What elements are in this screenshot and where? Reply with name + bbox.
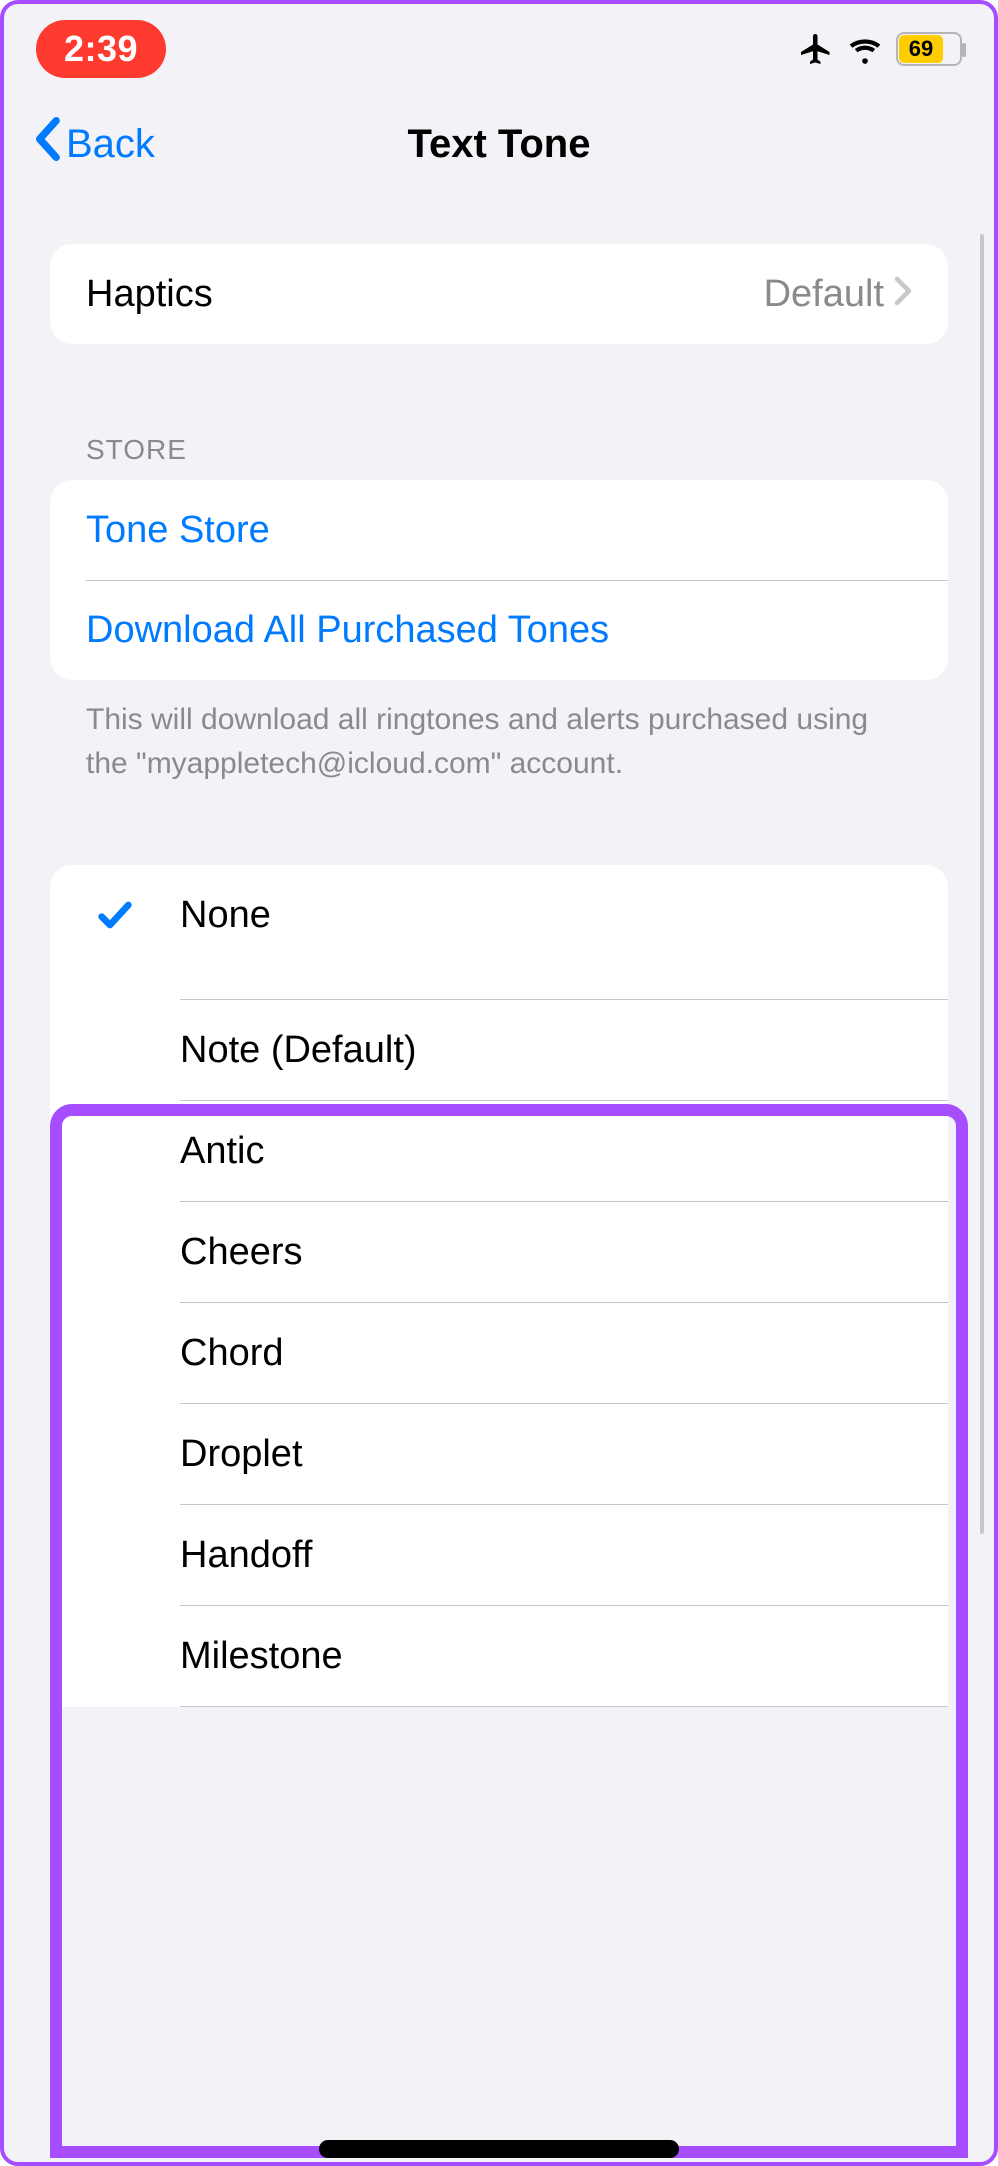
chevron-right-icon: [894, 273, 912, 316]
wifi-icon: [848, 32, 882, 66]
tone-label: Chord: [180, 1332, 948, 1375]
store-group: Tone Store Download All Purchased Tones: [50, 480, 948, 680]
back-label: Back: [66, 122, 155, 167]
nav-bar: Back Text Tone: [4, 94, 994, 194]
tone-label: Droplet: [180, 1433, 948, 1476]
tone-label: Cheers: [180, 1231, 948, 1274]
battery-icon: 69: [896, 32, 962, 66]
download-all-cell[interactable]: Download All Purchased Tones: [50, 580, 948, 680]
back-button[interactable]: Back: [34, 117, 155, 171]
status-bar: 2:39 69: [4, 4, 994, 94]
tone-label: Antic: [180, 1130, 948, 1173]
tone-cell[interactable]: Handoff: [50, 1505, 948, 1605]
download-all-label: Download All Purchased Tones: [86, 609, 609, 652]
tone-store-label: Tone Store: [86, 509, 270, 552]
tone-none-label: None: [180, 894, 948, 937]
home-indicator: [319, 2140, 679, 2158]
content: Haptics Default STORE Tone Store Downloa…: [4, 194, 994, 1707]
status-time: 2:39: [36, 20, 166, 78]
tone-none-cell[interactable]: None: [50, 865, 948, 965]
tone-cell[interactable]: Chord: [50, 1303, 948, 1403]
status-icons: 69: [798, 31, 962, 67]
tones-group: None Note (Default) Antic Cheers Chord Dropl…: [50, 865, 948, 1707]
tone-cell[interactable]: Note (Default): [50, 1000, 948, 1100]
haptics-label: Haptics: [86, 273, 213, 316]
tones-list: Note (Default) Antic Cheers Chord Droplet Han…: [50, 999, 948, 1707]
tone-store-cell[interactable]: Tone Store: [50, 480, 948, 580]
airplane-mode-icon: [798, 31, 834, 67]
tone-label: Handoff: [180, 1534, 948, 1577]
haptics-value: Default: [764, 273, 884, 316]
tone-label: Note (Default): [180, 1029, 948, 1072]
tone-label: Milestone: [180, 1635, 948, 1678]
tone-cell[interactable]: Antic: [50, 1101, 948, 1201]
haptics-group: Haptics Default: [50, 244, 948, 344]
checkmark-icon: [50, 895, 180, 935]
tone-cell[interactable]: Cheers: [50, 1202, 948, 1302]
tone-cell[interactable]: Droplet: [50, 1404, 948, 1504]
store-footer: This will download all ringtones and ale…: [50, 680, 948, 785]
device-frame: 2:39 69 Back Text Tone Haptic: [0, 0, 998, 2166]
store-header: STORE: [50, 344, 948, 480]
tone-cell[interactable]: Milestone: [50, 1606, 948, 1706]
scroll-indicator: [980, 234, 984, 1534]
chevron-left-icon: [34, 117, 62, 171]
haptics-cell[interactable]: Haptics Default: [50, 244, 948, 344]
battery-level: 69: [899, 35, 943, 63]
